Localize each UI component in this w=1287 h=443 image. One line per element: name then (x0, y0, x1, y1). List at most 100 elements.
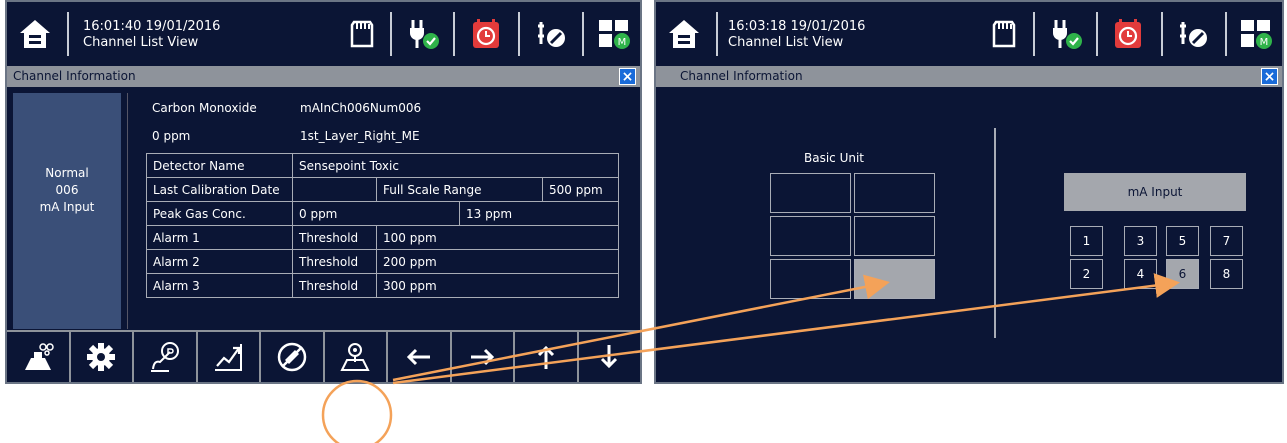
trend-icon (215, 344, 243, 371)
maintenance-icon[interactable] (1174, 16, 1210, 52)
calibration-button[interactable] (134, 332, 198, 382)
header-divider (518, 12, 520, 56)
row-label: Last Calibration Date (146, 177, 293, 202)
row-value: 0 ppm (292, 201, 460, 226)
row-extra: 13 ppm (459, 201, 619, 226)
table-row: Peak Gas Conc. 0 ppm 13 ppm (146, 201, 619, 226)
row-label: Detector Name (146, 153, 293, 178)
detector-table: Detector Name Sensepoint Toxic Last Cali… (146, 153, 619, 298)
row-label: Peak Gas Conc. (146, 201, 293, 226)
next-button[interactable] (452, 332, 515, 382)
inhibit-icon (277, 342, 306, 372)
alarm-value: 200 ppm (376, 249, 619, 274)
header-divider (453, 12, 455, 56)
channel-location: 1st_Layer_Right_ME (300, 129, 420, 143)
channel-button-selected[interactable]: 6 (1166, 259, 1199, 289)
header-view-title: Channel List View (83, 35, 199, 50)
bottom-toolbar (7, 330, 640, 382)
panel-title: Channel Information (656, 66, 1282, 87)
row-label: Alarm 1 (146, 225, 293, 250)
inhibit-button[interactable] (261, 332, 325, 382)
basic-unit-slot[interactable] (770, 173, 851, 213)
header-bar: 16:03:18 19/01/2016 Channel List View M (656, 2, 1282, 66)
header-divider (67, 12, 69, 56)
channel-button[interactable]: 1 (1070, 226, 1103, 256)
row-value: Sensepoint Toxic (292, 153, 619, 178)
table-row: Last Calibration Date Full Scale Range 5… (146, 177, 619, 202)
gas-name: Carbon Monoxide (152, 101, 257, 115)
row-label: Alarm 3 (146, 273, 293, 298)
row-value (292, 177, 377, 202)
basic-unit-slot[interactable] (854, 216, 935, 256)
header-divider (1096, 12, 1098, 56)
panel-title: Channel Information (7, 66, 640, 87)
close-button[interactable]: × (619, 68, 636, 85)
right-screen: 16:03:18 19/01/2016 Channel List View M (654, 0, 1284, 384)
status-type: mA Input (39, 200, 95, 214)
header-divider (390, 12, 392, 56)
left-screen: 16:01:40 19/01/2016 Channel List View M (5, 0, 642, 384)
arrow-left-icon (406, 348, 430, 366)
previous-button[interactable] (388, 332, 452, 382)
header-info: 16:01:40 19/01/2016 Channel List View (83, 19, 220, 51)
alarm-type: Threshold (292, 249, 377, 274)
location-button[interactable] (325, 332, 388, 382)
full-scale-value: 500 ppm (542, 177, 619, 202)
home-icon[interactable] (17, 16, 53, 52)
header-view-title: Channel List View (728, 35, 844, 50)
channel-button[interactable]: 3 (1124, 226, 1157, 256)
channel-button[interactable]: 8 (1210, 259, 1243, 289)
arrow-up-icon (537, 345, 554, 369)
settings-button[interactable] (71, 332, 134, 382)
alarm-type: Threshold (292, 273, 377, 298)
scroll-down-button[interactable] (579, 332, 641, 382)
status-state: Normal (45, 166, 89, 180)
basic-unit-slot-selected[interactable] (854, 259, 935, 299)
basic-unit-label: Basic Unit (804, 151, 865, 165)
alarm-value: 300 ppm (376, 273, 619, 298)
arrow-right-icon (471, 348, 495, 366)
channel-info-panel: Channel Information × Normal 006 mA Inpu… (7, 66, 640, 382)
svg-text:M: M (618, 37, 627, 48)
header-bar: 16:01:40 19/01/2016 Channel List View M (7, 2, 640, 66)
power-ok-icon[interactable] (1048, 16, 1084, 52)
divider-line (994, 128, 996, 338)
alarm-type: Threshold (292, 225, 377, 250)
alarm-clock-icon[interactable] (468, 16, 504, 52)
gas-sensor-icon (24, 343, 54, 370)
header-divider (1033, 12, 1035, 56)
alarm-value: 100 ppm (376, 225, 619, 250)
basic-unit-slot[interactable] (770, 259, 851, 299)
maintenance-icon[interactable] (532, 16, 568, 52)
scroll-up-button[interactable] (515, 332, 579, 382)
header-divider (716, 12, 718, 56)
header-info: 16:03:18 19/01/2016 Channel List View (728, 19, 865, 51)
gear-icon (87, 343, 116, 371)
sd-card-icon[interactable] (986, 16, 1022, 52)
gas-reading: 0 ppm (152, 129, 191, 143)
power-ok-icon[interactable] (405, 16, 441, 52)
trend-button[interactable] (198, 332, 261, 382)
channel-button[interactable]: 7 (1210, 226, 1243, 256)
svg-text:M: M (1260, 37, 1269, 48)
channel-button[interactable]: 4 (1124, 259, 1157, 289)
basic-unit-slot[interactable] (854, 173, 935, 213)
channel-status-box: Normal 006 mA Input (13, 93, 121, 329)
sd-card-icon[interactable] (344, 16, 380, 52)
home-icon[interactable] (666, 16, 702, 52)
modules-icon[interactable]: M (596, 16, 632, 52)
table-row: Detector Name Sensepoint Toxic (146, 153, 619, 178)
close-button[interactable]: × (1261, 68, 1278, 85)
modules-icon[interactable]: M (1238, 16, 1274, 52)
table-row: Alarm 2 Threshold 200 ppm (146, 249, 619, 274)
header-divider (582, 12, 584, 56)
alarm-clock-icon[interactable] (1110, 16, 1146, 52)
basic-unit-slot[interactable] (770, 216, 851, 256)
channel-tag: mAInCh006Num006 (300, 101, 422, 115)
header-divider (1225, 12, 1227, 56)
channel-button[interactable]: 5 (1166, 226, 1199, 256)
channel-button[interactable]: 2 (1070, 259, 1103, 289)
arrow-down-icon (601, 345, 618, 369)
calibration-icon (150, 342, 179, 372)
gas-sensor-button[interactable] (7, 332, 71, 382)
